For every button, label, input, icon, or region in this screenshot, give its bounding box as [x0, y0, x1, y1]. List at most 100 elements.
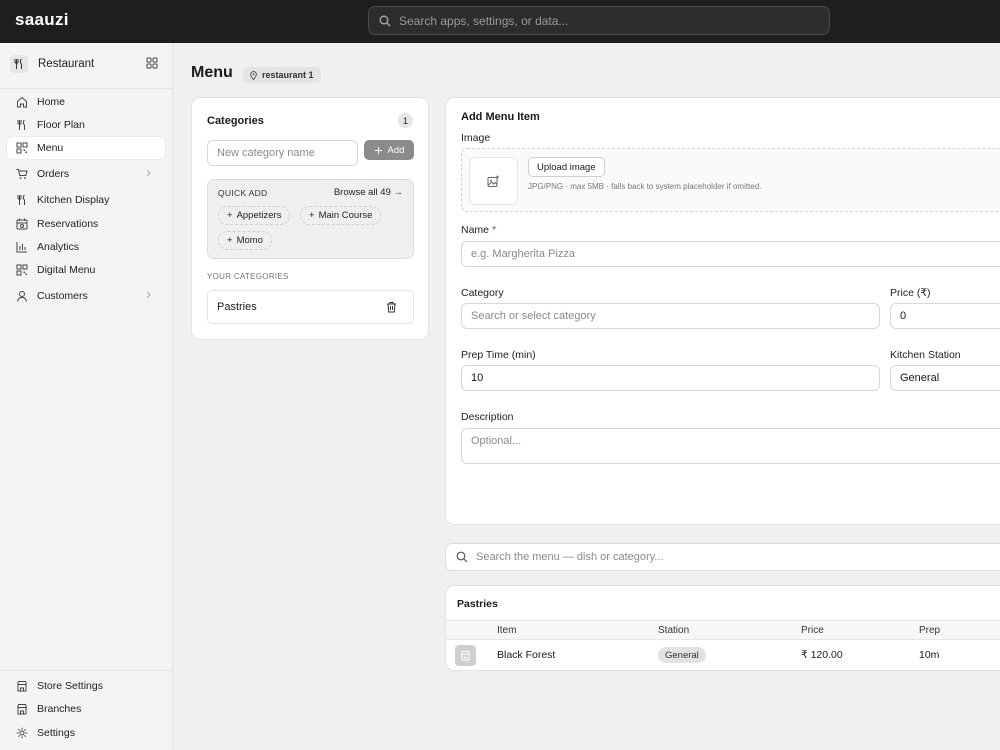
price-input[interactable]: 0: [890, 303, 1000, 329]
user-icon: [17, 291, 27, 302]
column-header-price: Price: [801, 625, 824, 636]
qr-icon: [16, 142, 28, 154]
map-pin-icon: [250, 70, 257, 80]
apps-grid-icon[interactable]: [146, 57, 158, 69]
location-badge[interactable]: restaurant 1: [243, 67, 321, 83]
sidebar-item-label: Settings: [37, 727, 75, 739]
sidebar-item-customers[interactable]: Customers: [7, 285, 165, 307]
browse-all-link[interactable]: Browse all 49 →: [334, 187, 403, 198]
utensils-icon: [17, 119, 25, 130]
image-label: Image: [461, 132, 491, 144]
page-title: Menu: [191, 64, 233, 81]
store-icon: [17, 704, 27, 715]
add-menu-item-panel: Add Menu Item Image Upload image JPG/PNG…: [445, 97, 1000, 525]
description-textarea[interactable]: Optional...: [461, 428, 1000, 464]
bar-chart-icon: [16, 242, 27, 253]
quick-add-title: QUICK ADD: [218, 188, 268, 198]
price-label: Price (₹): [890, 287, 931, 299]
chip-label: Appetizers: [236, 210, 282, 221]
sidebar-item-label: Store Settings: [37, 680, 103, 692]
column-header-item: Item: [497, 625, 517, 636]
quick-add-panel: QUICK ADD Browse all 49 → + Appetizers + M…: [207, 179, 414, 259]
sidebar: Restaurant Home Floor Plan Menu Orders K…: [0, 43, 173, 750]
sidebar-item-store-settings[interactable]: Store Settings: [7, 675, 165, 697]
kitchen-station-select[interactable]: General: [890, 365, 1000, 391]
global-search[interactable]: Search apps, settings, or data...: [368, 6, 830, 35]
kitchen-station-label: Kitchen Station: [890, 349, 961, 361]
quick-add-chip[interactable]: + Momo: [218, 231, 272, 250]
sidebar-item-orders[interactable]: Orders: [7, 163, 165, 185]
sidebar-item-home[interactable]: Home: [7, 91, 165, 113]
sidebar-item-label: Home: [37, 96, 66, 108]
add-category-button[interactable]: Add: [364, 140, 414, 160]
image-add-icon: [487, 175, 499, 187]
description-label: Description: [461, 411, 514, 423]
new-category-input[interactable]: New category name: [207, 140, 358, 166]
menu-table-group: Pastries Item Station Price Prep Black F…: [445, 585, 1000, 671]
column-header-prep: Prep: [919, 625, 941, 636]
cart-icon: [16, 169, 28, 179]
plus-icon: +: [227, 235, 233, 246]
sidebar-item-branches[interactable]: Branches: [7, 698, 165, 720]
sidebar-item-floor-plan[interactable]: Floor Plan: [7, 114, 165, 136]
categories-title: Categories: [207, 115, 264, 127]
search-icon: [379, 15, 391, 26]
search-icon: [456, 551, 468, 563]
chevron-right-icon: [146, 291, 151, 299]
sidebar-item-menu[interactable]: Menu: [7, 137, 165, 159]
sidebar-item-label: Digital Menu: [37, 264, 96, 276]
prep-time-input[interactable]: 10: [461, 365, 880, 391]
category-name: Pastries: [217, 301, 257, 313]
sidebar-item-settings[interactable]: Settings: [7, 722, 165, 744]
trash-icon[interactable]: [386, 301, 397, 313]
brand-logo[interactable]: saauzi: [15, 10, 69, 30]
sidebar-item-label: Orders: [37, 168, 70, 180]
store-switcher[interactable]: Restaurant: [10, 53, 160, 75]
prep-time-label: Prep Time (min): [461, 349, 536, 361]
sidebar-item-analytics[interactable]: Analytics: [7, 236, 165, 258]
store-icon: [17, 681, 27, 692]
sidebar-item-reservations[interactable]: Reservations: [7, 213, 165, 235]
table-header: Item Station Price Prep: [446, 620, 1000, 640]
location-badge-label: restaurant 1: [262, 70, 314, 80]
station-badge: General: [658, 647, 706, 663]
item-name: Black Forest: [497, 649, 556, 661]
sidebar-item-label: Customers: [37, 290, 88, 302]
top-bar: saauzi Search apps, settings, or data...: [0, 0, 1000, 43]
quick-add-chip[interactable]: + Main Course: [300, 206, 382, 225]
utensils-icon: [17, 194, 25, 205]
global-search-placeholder: Search apps, settings, or data...: [399, 13, 569, 28]
sidebar-item-label: Branches: [37, 703, 82, 715]
name-input[interactable]: e.g. Margherita Pizza: [461, 241, 1000, 267]
menu-search[interactable]: Search the menu — dish or category...: [445, 543, 1000, 571]
plus-icon: +: [309, 210, 315, 221]
form-title: Add Menu Item: [461, 111, 540, 123]
item-thumbnail: [455, 645, 476, 666]
add-category-label: Add: [387, 144, 405, 156]
utensils-icon: [10, 55, 28, 73]
sidebar-item-label: Menu: [37, 142, 64, 154]
category-list-item[interactable]: Pastries: [207, 290, 414, 324]
chip-label: Main Course: [318, 210, 373, 221]
sidebar-item-label: Analytics: [37, 241, 80, 253]
item-prep: 10m: [919, 649, 940, 661]
category-select[interactable]: Search or select category: [461, 303, 880, 329]
sidebar-bottom-divider: [0, 670, 172, 671]
your-categories-title: YOUR CATEGORIES: [207, 272, 289, 281]
image-dropzone[interactable]: Upload image JPG/PNG · max 5MB · falls b…: [461, 148, 1000, 212]
sidebar-item-kitchen-display[interactable]: Kitchen Display: [7, 189, 165, 211]
name-label-text: Name: [461, 224, 490, 236]
store-icon: [460, 650, 471, 661]
upload-image-button[interactable]: Upload image: [528, 157, 605, 177]
sidebar-divider: [0, 88, 172, 89]
menu-search-placeholder: Search the menu — dish or category...: [476, 551, 664, 563]
categories-count-badge: 1: [398, 113, 413, 128]
quick-add-chip[interactable]: + Appetizers: [218, 206, 291, 225]
image-preview: [469, 157, 518, 205]
categories-panel: Categories 1 New category name Add QUICK…: [191, 97, 429, 340]
required-mark: *: [491, 224, 497, 236]
category-label: Category: [461, 287, 504, 299]
sidebar-item-digital-menu[interactable]: Digital Menu: [7, 259, 165, 281]
column-header-station: Station: [658, 625, 690, 636]
qr-icon: [16, 264, 28, 276]
